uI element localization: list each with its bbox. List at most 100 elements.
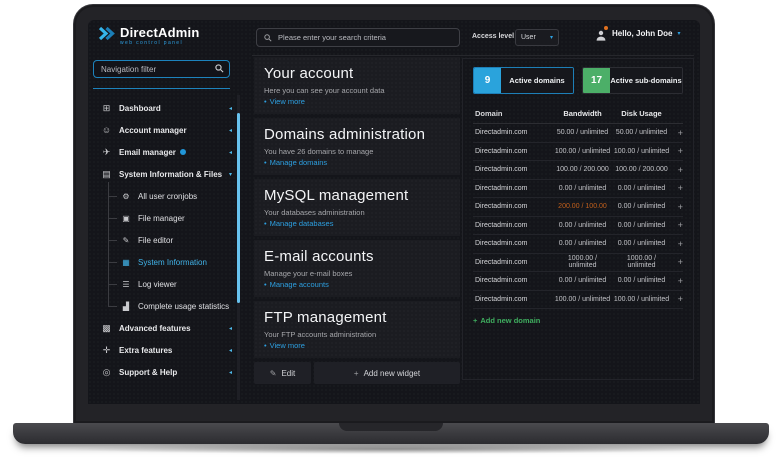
expand-row-button[interactable]: + (671, 128, 683, 138)
widget-link-label: Manage accounts (269, 280, 329, 289)
widget-actions: ✎ Edit + Add new widget (254, 362, 460, 384)
widget-link[interactable]: • Manage accounts (264, 280, 329, 289)
menu-item-label: System Information & Files (119, 169, 223, 179)
global-search[interactable] (256, 28, 460, 47)
menu-item-icon: ◎ (102, 366, 111, 377)
directadmin-logo-icon (98, 26, 115, 46)
widget-card: Domains administration You have 26 domai… (254, 118, 460, 175)
widget-link[interactable]: • View more (264, 341, 305, 350)
menu-item-icon: ⊞ (102, 102, 111, 113)
expand-row-button[interactable]: + (671, 183, 683, 193)
table-row[interactable]: Directadmin.com 0.00 / unlimited 0.00 / … (473, 217, 683, 235)
navigation-filter[interactable] (93, 60, 230, 78)
add-domain-link[interactable]: + Add new domain (473, 316, 683, 325)
sidebar-item[interactable]: ☺ Account manager ◂ (88, 119, 236, 141)
table-row[interactable]: Directadmin.com 100.00 / 200.000 100.00 … (473, 161, 683, 180)
add-widget-button[interactable]: + Add new widget (314, 362, 460, 384)
add-widget-label: Add new widget (363, 368, 421, 378)
header-bandwidth: Bandwidth (563, 109, 602, 118)
sidebar-subitem[interactable]: ✎ File editor (88, 229, 236, 251)
cell-domain: Directadmin.com (475, 258, 528, 266)
sidebar-item[interactable]: ▩ Advanced features ◂ (88, 317, 236, 339)
cell-bandwidth: 0.00 / unlimited (558, 184, 607, 192)
header-divider (252, 55, 694, 56)
table-row[interactable]: Directadmin.com 0.00 / unlimited 0.00 / … (473, 235, 683, 254)
expand-row-button[interactable]: + (671, 165, 683, 175)
menu-item-label: Advanced features (119, 323, 191, 333)
expand-row-button[interactable]: + (671, 146, 683, 156)
notification-dot (604, 26, 608, 30)
cell-domain: Directadmin.com (475, 221, 528, 229)
table-row[interactable]: Directadmin.com 1000.00 / unlimited 1000… (473, 254, 683, 272)
sidebar-item[interactable]: ⊞ Dashboard ◂ (88, 97, 236, 119)
cell-bandwidth: 50.00 / unlimited (556, 129, 609, 137)
sidebar-subitem[interactable]: ▣ File manager (88, 207, 236, 229)
cell-domain: Directadmin.com (475, 129, 528, 137)
table-row[interactable]: Directadmin.com 50.00 / unlimited 50.00 … (473, 124, 683, 143)
menu-item-label: Log viewer (138, 279, 177, 289)
expand-row-button[interactable]: + (671, 239, 683, 249)
domains-table: Domain Bandwidth Disk Usage Directadmin.… (473, 104, 683, 325)
access-level-value: User (521, 34, 536, 41)
widget-card: MySQL management Your databases administ… (254, 179, 460, 236)
edit-widgets-button[interactable]: ✎ Edit (254, 362, 311, 384)
menu-item-icon: ▦ (122, 257, 130, 267)
sidebar-subitem[interactable]: ⚙ All user cronjobs (88, 185, 236, 207)
sidebar-item[interactable]: ▤ System Information & Files ▾ (88, 163, 236, 185)
cell-bandwidth: 0.00 / unlimited (558, 240, 607, 248)
cell-disk-usage: 100.00 / unlimited (613, 295, 670, 303)
table-row[interactable]: Directadmin.com 100.00 / unlimited 100.0… (473, 143, 683, 161)
sidebar-subitem[interactable]: ▦ System Information (88, 251, 236, 273)
expand-row-button[interactable]: + (671, 202, 683, 212)
table-row[interactable]: Directadmin.com 0.00 / unlimited 0.00 / … (473, 180, 683, 198)
header-disk-usage: Disk Usage (621, 109, 662, 118)
stat-count-badge: 9 (474, 68, 501, 93)
widget-description: Your databases administration (264, 208, 365, 217)
widget-link[interactable]: • View more (264, 97, 305, 106)
expand-row-button[interactable]: + (671, 220, 683, 230)
chevron-icon: ◂ (228, 105, 232, 112)
widget-link[interactable]: • Manage domains (264, 158, 327, 167)
chevron-icon: ◂ (228, 149, 232, 156)
cell-disk-usage: 0.00 / unlimited (617, 184, 666, 192)
chevron-icon: ◂ (228, 325, 232, 332)
cell-domain: Directadmin.com (475, 240, 528, 248)
search-input[interactable] (278, 33, 452, 42)
widget-description: Your FTP accounts administration (264, 330, 377, 339)
sidebar-subitem[interactable]: ▟ Complete usage statistics (88, 295, 236, 317)
cell-domain: Directadmin.com (475, 277, 528, 285)
sidebar-item[interactable]: ✈ Email manager ◂ (88, 141, 236, 163)
user-menu[interactable]: Hello, John Doe ▾ (596, 26, 680, 41)
stat-button[interactable]: 9 Active domains (473, 67, 574, 94)
cell-disk-usage: 50.00 / unlimited (615, 129, 668, 137)
directadmin-logo[interactable]: DirectAdmin web control panel (98, 26, 200, 46)
widget-title: MySQL management (264, 187, 409, 204)
navigation-filter-input[interactable] (101, 64, 211, 74)
menu-item-icon: ▩ (102, 322, 111, 333)
sidebar-scrollbar-track (237, 95, 240, 400)
chevron-down-icon: ▾ (549, 34, 553, 41)
stat-button[interactable]: 17 Active sub-domains (582, 67, 683, 94)
widget-link[interactable]: • Manage databases (264, 219, 333, 228)
sidebar-item[interactable]: ✛ Extra features ◂ (88, 339, 236, 361)
sidebar-menu: ⊞ Dashboard ◂ ☺ Account manager ◂ ✈ Emai… (88, 97, 236, 383)
expand-row-button[interactable]: + (671, 294, 683, 304)
menu-item-label: Complete usage statistics (138, 301, 230, 311)
table-row[interactable]: Directadmin.com 200.00 / 100.00 0.00 / u… (473, 198, 683, 217)
widget-link-label: Manage databases (269, 219, 334, 228)
table-row[interactable]: Directadmin.com 100.00 / unlimited 100.0… (473, 291, 683, 309)
menu-item-icon: ▟ (122, 301, 130, 311)
chevron-icon: ◂ (228, 127, 232, 134)
table-row[interactable]: Directadmin.com 0.00 / unlimited 0.00 / … (473, 272, 683, 291)
user-greeting: Hello, John Doe (612, 29, 673, 38)
sidebar-item[interactable]: ◎ Support & Help ◂ (88, 361, 236, 383)
expand-row-button[interactable]: + (671, 276, 683, 286)
sidebar-scrollbar-thumb[interactable] (237, 113, 240, 303)
expand-row-button[interactable]: + (671, 257, 683, 267)
sidebar-subitem[interactable]: ☰ Log viewer (88, 273, 236, 295)
chevron-icon: ◂ (228, 347, 232, 354)
menu-item-icon: ✛ (102, 344, 111, 355)
access-level-dropdown[interactable]: User ▾ (515, 29, 559, 46)
pencil-icon: ✎ (269, 368, 277, 378)
sidebar-bottom-items: ▩ Advanced features ◂ ✛ Extra features ◂… (88, 317, 236, 383)
